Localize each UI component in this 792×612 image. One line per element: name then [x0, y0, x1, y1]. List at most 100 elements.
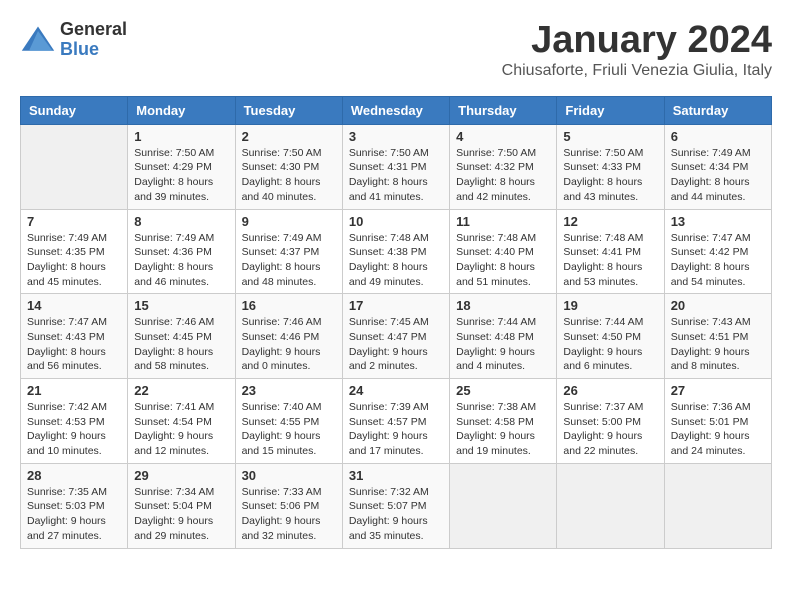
day-info: Sunrise: 7:45 AMSunset: 4:47 PMDaylight:…: [349, 315, 443, 374]
calendar-cell: 28Sunrise: 7:35 AMSunset: 5:03 PMDayligh…: [21, 463, 128, 548]
calendar-cell: 22Sunrise: 7:41 AMSunset: 4:54 PMDayligh…: [128, 379, 235, 464]
day-of-week-header: Wednesday: [342, 96, 449, 124]
calendar-cell: 10Sunrise: 7:48 AMSunset: 4:38 PMDayligh…: [342, 209, 449, 294]
day-info: Sunrise: 7:36 AMSunset: 5:01 PMDaylight:…: [671, 400, 765, 459]
day-info: Sunrise: 7:34 AMSunset: 5:04 PMDaylight:…: [134, 485, 228, 544]
day-number: 20: [671, 298, 765, 313]
calendar-cell: 13 Sunrise: 7:47 AMSunset: 4:42 PMDayligh…: [664, 209, 771, 294]
day-number: 16: [242, 298, 336, 313]
day-number: 17: [349, 298, 443, 313]
day-of-week-header: Thursday: [450, 96, 557, 124]
day-info: Sunrise: 7:33 AMSunset: 5:06 PMDaylight:…: [242, 485, 336, 544]
calendar-week-row: 14 Sunrise: 7:47 AMSunset: 4:43 PMDayligh…: [21, 294, 772, 379]
calendar-week-row: 21 Sunrise: 7:42 AMSunset: 4:53 PMDayligh…: [21, 379, 772, 464]
day-number: 30: [242, 468, 336, 483]
day-number: 6: [671, 129, 765, 144]
calendar-cell: 8 Sunrise: 7:49 AMSunset: 4:36 PMDaylight…: [128, 209, 235, 294]
location-subtitle: Chiusaforte, Friuli Venezia Giulia, Ital…: [502, 62, 772, 80]
day-info: Sunrise: 7:50 AMSunset: 4:30 PMDaylight:…: [242, 146, 336, 205]
day-info: Sunrise: 7:50 AMSunset: 4:32 PMDaylight:…: [456, 146, 550, 205]
day-info: Sunrise: 7:49 AMSunset: 4:36 PMDaylight:…: [134, 231, 228, 290]
day-number: 8: [134, 214, 228, 229]
calendar-cell: 16Sunrise: 7:46 AMSunset: 4:46 PMDayligh…: [235, 294, 342, 379]
day-number: 29: [134, 468, 228, 483]
calendar-cell: 15 Sunrise: 7:46 AMSunset: 4:45 PMDayligh…: [128, 294, 235, 379]
day-number: 19: [563, 298, 657, 313]
day-info: Sunrise: 7:50 AMSunset: 4:33 PMDaylight:…: [563, 146, 657, 205]
day-info: Sunrise: 7:50 AMSunset: 4:29 PMDaylight:…: [134, 146, 228, 205]
calendar-cell: 7Sunrise: 7:49 AMSunset: 4:35 PMDaylight…: [21, 209, 128, 294]
calendar-week-row: 1 Sunrise: 7:50 AMSunset: 4:29 PMDaylight…: [21, 124, 772, 209]
calendar-cell: 21 Sunrise: 7:42 AMSunset: 4:53 PMDayligh…: [21, 379, 128, 464]
day-info: Sunrise: 7:50 AMSunset: 4:31 PMDaylight:…: [349, 146, 443, 205]
logo-icon: [20, 22, 56, 58]
day-info: Sunrise: 7:37 AMSunset: 5:00 PMDaylight:…: [563, 400, 657, 459]
day-number: 9: [242, 214, 336, 229]
calendar-cell: 12 Sunrise: 7:48 AMSunset: 4:41 PMDayligh…: [557, 209, 664, 294]
day-info: Sunrise: 7:47 AMSunset: 4:43 PMDaylight:…: [27, 315, 121, 374]
day-number: 18: [456, 298, 550, 313]
day-info: Sunrise: 7:43 AMSunset: 4:51 PMDaylight:…: [671, 315, 765, 374]
day-number: 27: [671, 383, 765, 398]
day-info: Sunrise: 7:48 AMSunset: 4:38 PMDaylight:…: [349, 231, 443, 290]
day-info: Sunrise: 7:46 AMSunset: 4:45 PMDaylight:…: [134, 315, 228, 374]
day-info: Sunrise: 7:40 AMSunset: 4:55 PMDaylight:…: [242, 400, 336, 459]
day-info: Sunrise: 7:48 AMSunset: 4:41 PMDaylight:…: [563, 231, 657, 290]
day-info: Sunrise: 7:42 AMSunset: 4:53 PMDaylight:…: [27, 400, 121, 459]
day-of-week-header: Sunday: [21, 96, 128, 124]
calendar-header-row: SundayMondayTuesdayWednesdayThursdayFrid…: [21, 96, 772, 124]
day-number: 2: [242, 129, 336, 144]
calendar-cell: 20 Sunrise: 7:43 AMSunset: 4:51 PMDayligh…: [664, 294, 771, 379]
day-of-week-header: Friday: [557, 96, 664, 124]
day-of-week-header: Monday: [128, 96, 235, 124]
day-number: 23: [242, 383, 336, 398]
day-info: Sunrise: 7:48 AMSunset: 4:40 PMDaylight:…: [456, 231, 550, 290]
calendar-cell: 23 Sunrise: 7:40 AMSunset: 4:55 PMDayligh…: [235, 379, 342, 464]
page-header: General Blue January 2024 Chiusaforte, F…: [20, 20, 772, 80]
day-info: Sunrise: 7:49 AMSunset: 4:35 PMDaylight:…: [27, 231, 121, 290]
day-number: 22: [134, 383, 228, 398]
calendar-cell: 19Sunrise: 7:44 AMSunset: 4:50 PMDayligh…: [557, 294, 664, 379]
day-number: 15: [134, 298, 228, 313]
calendar-table: SundayMondayTuesdayWednesdayThursdayFrid…: [20, 96, 772, 549]
day-info: Sunrise: 7:47 AMSunset: 4:42 PMDaylight:…: [671, 231, 765, 290]
day-number: 14: [27, 298, 121, 313]
calendar-cell: 24Sunrise: 7:39 AMSunset: 4:57 PMDayligh…: [342, 379, 449, 464]
day-number: 3: [349, 129, 443, 144]
calendar-cell: 30 Sunrise: 7:33 AMSunset: 5:06 PMDayligh…: [235, 463, 342, 548]
day-of-week-header: Tuesday: [235, 96, 342, 124]
day-number: 4: [456, 129, 550, 144]
day-info: Sunrise: 7:44 AMSunset: 4:48 PMDaylight:…: [456, 315, 550, 374]
calendar-cell: 14 Sunrise: 7:47 AMSunset: 4:43 PMDayligh…: [21, 294, 128, 379]
day-number: 31: [349, 468, 443, 483]
calendar-cell: 9Sunrise: 7:49 AMSunset: 4:37 PMDaylight…: [235, 209, 342, 294]
calendar-week-row: 28Sunrise: 7:35 AMSunset: 5:03 PMDayligh…: [21, 463, 772, 548]
day-number: 26: [563, 383, 657, 398]
logo-general: General: [60, 20, 127, 40]
logo-blue: Blue: [60, 40, 127, 60]
day-number: 1: [134, 129, 228, 144]
calendar-cell: [21, 124, 128, 209]
day-of-week-header: Saturday: [664, 96, 771, 124]
calendar-cell: [664, 463, 771, 548]
day-number: 25: [456, 383, 550, 398]
logo-text: General Blue: [60, 20, 127, 60]
day-number: 21: [27, 383, 121, 398]
day-number: 13: [671, 214, 765, 229]
calendar-cell: 27 Sunrise: 7:36 AMSunset: 5:01 PMDayligh…: [664, 379, 771, 464]
calendar-cell: [557, 463, 664, 548]
calendar-cell: 18 Sunrise: 7:44 AMSunset: 4:48 PMDayligh…: [450, 294, 557, 379]
day-info: Sunrise: 7:49 AMSunset: 4:34 PMDaylight:…: [671, 146, 765, 205]
calendar-cell: 3 Sunrise: 7:50 AMSunset: 4:31 PMDaylight…: [342, 124, 449, 209]
day-number: 11: [456, 214, 550, 229]
calendar-cell: 6 Sunrise: 7:49 AMSunset: 4:34 PMDaylight…: [664, 124, 771, 209]
calendar-cell: [450, 463, 557, 548]
calendar-cell: 25Sunrise: 7:38 AMSunset: 4:58 PMDayligh…: [450, 379, 557, 464]
day-info: Sunrise: 7:32 AMSunset: 5:07 PMDaylight:…: [349, 485, 443, 544]
calendar-cell: 31 Sunrise: 7:32 AMSunset: 5:07 PMDayligh…: [342, 463, 449, 548]
calendar-cell: 11 Sunrise: 7:48 AMSunset: 4:40 PMDayligh…: [450, 209, 557, 294]
day-number: 28: [27, 468, 121, 483]
day-number: 12: [563, 214, 657, 229]
calendar-cell: 26 Sunrise: 7:37 AMSunset: 5:00 PMDayligh…: [557, 379, 664, 464]
title-block: January 2024 Chiusaforte, Friuli Venezia…: [502, 20, 772, 80]
